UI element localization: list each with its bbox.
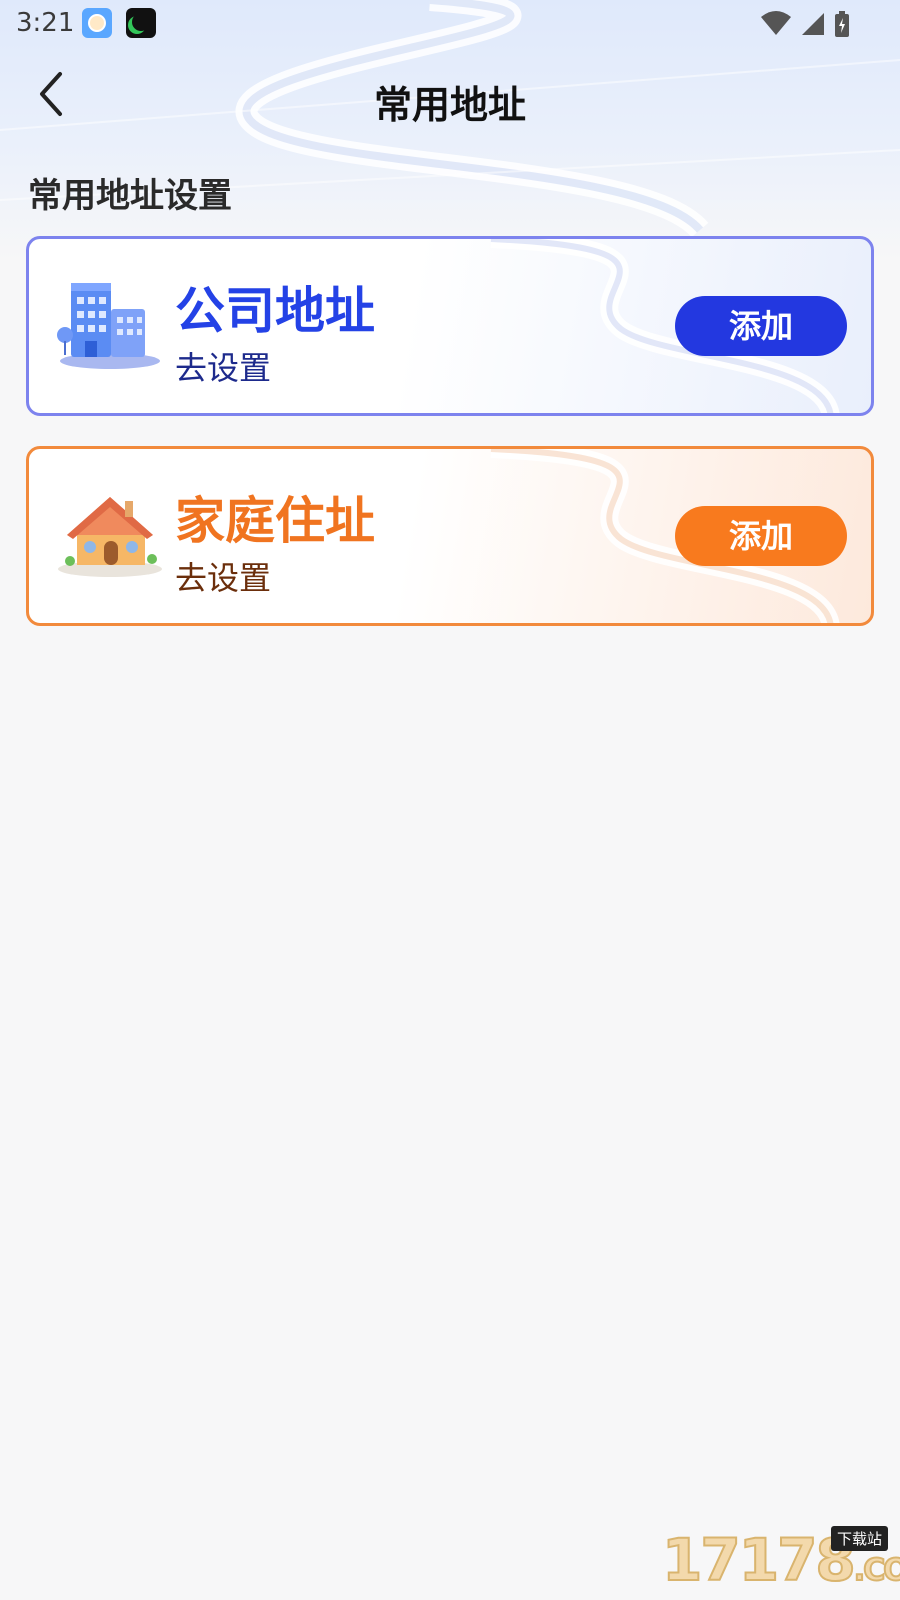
card-subtitle: 去设置 (175, 559, 272, 597)
home-address-card[interactable]: 家庭住址 去设置 添加 (26, 446, 874, 626)
section-title: 常用地址设置 (28, 176, 232, 216)
house-icon (55, 479, 165, 589)
system-icons (760, 10, 850, 38)
card-title: 家庭住址 (175, 492, 375, 550)
watermark-badge: 下载站 (830, 1526, 888, 1551)
watermark: 17178.COM 下载站 (661, 1524, 900, 1595)
card-title: 公司地址 (175, 282, 375, 340)
navigation-bar: 常用地址 (0, 56, 900, 136)
card-subtitle: 去设置 (175, 349, 272, 387)
page-title: 常用地址 (373, 83, 526, 127)
company-address-card[interactable]: 公司地址 去设置 添加 (26, 236, 874, 416)
add-company-address-button[interactable]: 添加 (675, 296, 847, 356)
status-time: 3:21 (16, 8, 75, 38)
status-bar: 3:21 (0, 0, 900, 48)
cellular-signal-icon (802, 13, 824, 35)
battery-icon (835, 11, 849, 37)
sleep-app-icon (126, 8, 156, 38)
add-home-address-button[interactable]: 添加 (675, 506, 847, 566)
office-building-icon (55, 269, 165, 379)
wifi-icon (761, 11, 791, 35)
notification-app-icon (82, 8, 112, 38)
